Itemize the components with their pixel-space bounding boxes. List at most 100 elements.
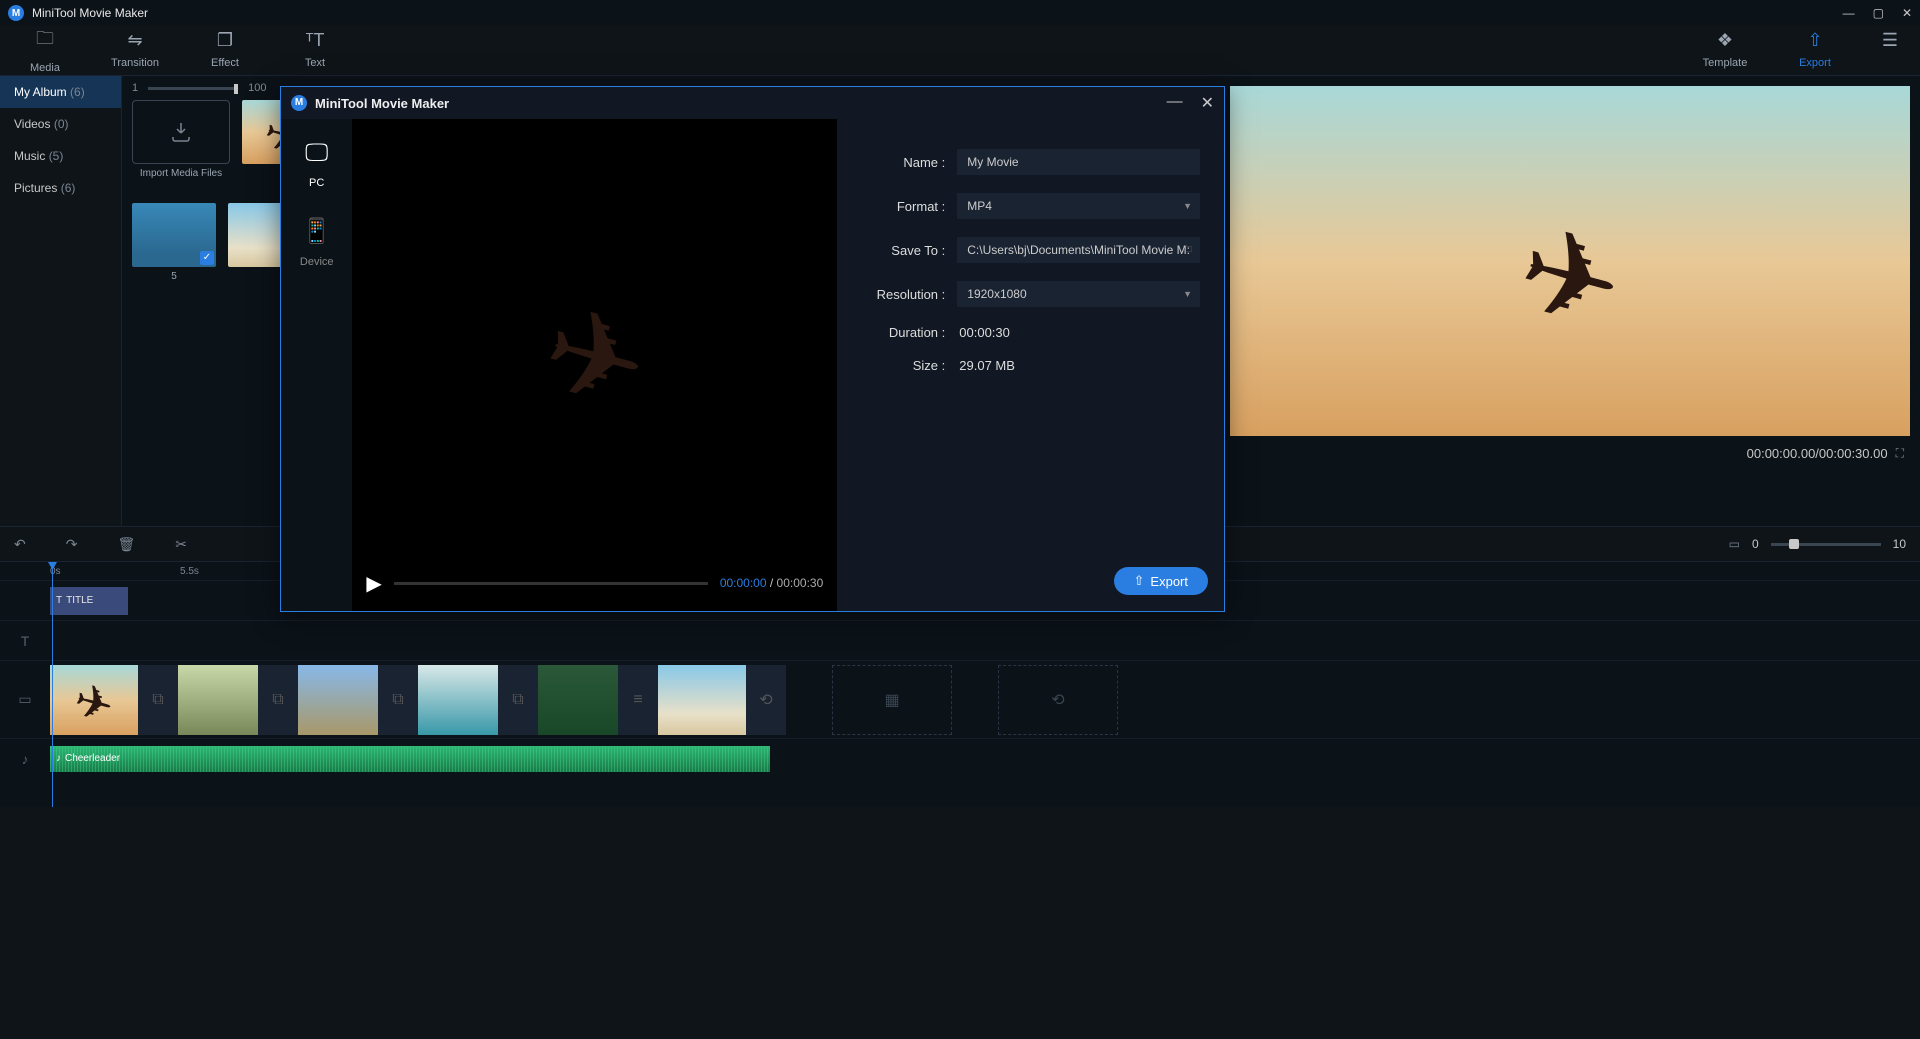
split-button[interactable]: ✂	[175, 536, 187, 553]
tab-label: PC	[309, 177, 324, 189]
playhead[interactable]	[52, 562, 53, 807]
dialog-preview-canvas	[352, 119, 837, 555]
dialog-preview: ▶ 00:00:00 / 00:00:30	[352, 119, 837, 611]
tab-label: Device	[300, 256, 334, 268]
sidebar-item-pictures[interactable]: Pictures (6)	[0, 172, 121, 204]
delete-button[interactable]: 🗑	[117, 536, 135, 553]
video-clip[interactable]	[50, 665, 138, 735]
layers-icon: ❖	[1680, 30, 1770, 51]
text-track: T	[0, 620, 1920, 660]
media-label: Media	[30, 62, 60, 74]
close-icon[interactable]: ✕	[1201, 93, 1214, 113]
menu-button[interactable]: ☰	[1860, 30, 1920, 71]
sidebar-item-music[interactable]: Music (5)	[0, 140, 121, 172]
minimize-icon[interactable]: —	[1167, 93, 1183, 113]
saveto-label: Save To :	[861, 243, 957, 258]
titlebar: M MiniTool Movie Maker — ▢ ✕	[0, 0, 1920, 26]
video-clip[interactable]	[298, 665, 378, 735]
size-label: Size :	[861, 358, 957, 373]
close-icon[interactable]: ✕	[1902, 6, 1912, 20]
transition-clip[interactable]: ⧉	[498, 665, 538, 735]
timeline-zoom-slider[interactable]	[1771, 543, 1881, 546]
video-clip[interactable]	[658, 665, 746, 735]
name-input[interactable]: My Movie	[957, 149, 1200, 175]
title-clip[interactable]: T TITLE	[50, 587, 128, 615]
download-icon	[169, 120, 193, 144]
video-clip[interactable]	[178, 665, 258, 735]
media-tab[interactable]: 🗀 Media	[0, 26, 90, 76]
sidebar-item-count: (5)	[49, 149, 64, 163]
dialog-title: MiniTool Movie Maker	[315, 96, 449, 111]
thumbnail-zoom-slider[interactable]	[148, 87, 238, 90]
drop-slot[interactable]: ⟲	[998, 665, 1118, 735]
app-logo: M	[291, 95, 307, 111]
video-track-icon: ▭	[0, 691, 50, 708]
tab-pc[interactable]: 🖵 PC	[305, 139, 328, 191]
saveto-input[interactable]: C:\Users\bj\Documents\MiniTool Movie M:🗀	[957, 237, 1200, 263]
folder-icon[interactable]: 🗀	[1183, 242, 1192, 258]
seek-bar[interactable]	[394, 582, 708, 585]
format-label: Format :	[861, 199, 957, 214]
fit-icon[interactable]: ▭	[1729, 537, 1740, 551]
export-icon: ⇧	[1770, 30, 1860, 51]
effect-icon: ❐	[180, 30, 270, 51]
video-clip[interactable]	[418, 665, 498, 735]
import-media-button[interactable]	[132, 100, 230, 164]
sidebar-item-videos[interactable]: Videos (0)	[0, 108, 121, 140]
preview-canvas	[1230, 86, 1910, 436]
effect-tab[interactable]: ❐ Effect	[180, 30, 270, 71]
duration-label: Duration :	[861, 325, 957, 340]
upload-icon: ⇧	[1134, 573, 1145, 589]
dialog-titlebar: M MiniTool Movie Maker — ✕	[281, 87, 1224, 119]
video-clip[interactable]	[538, 665, 618, 735]
tl-zoom-min: 0	[1752, 537, 1759, 551]
resolution-select[interactable]: 1920x1080▼	[957, 281, 1200, 307]
folder-icon: 🗀	[0, 26, 90, 56]
sidebar-item-count: (6)	[70, 85, 85, 99]
text-label: Text	[305, 57, 325, 69]
duration-value: 00:00:30	[957, 325, 1010, 340]
transition-clip[interactable]: ⧉	[378, 665, 418, 735]
monitor-icon: 🖵	[305, 139, 328, 167]
audio-clip[interactable]: ♪ Cheerleader	[50, 746, 770, 772]
sidebar-item-count: (6)	[61, 181, 76, 195]
phone-icon: 📱	[300, 217, 334, 246]
export-label: Export	[1799, 57, 1831, 69]
undo-button[interactable]: ↶	[14, 536, 26, 553]
preview-pane: 00:00:00.00/00:00:30.00 ⛶	[1220, 76, 1920, 526]
transition-tab[interactable]: ⇋ Transition	[90, 30, 180, 71]
format-select[interactable]: MP4▼	[957, 193, 1200, 219]
resolution-label: Resolution :	[861, 287, 957, 302]
template-tab[interactable]: ❖ Template	[1680, 30, 1770, 71]
effect-label: Effect	[211, 57, 239, 69]
transition-clip[interactable]: ⟲	[746, 665, 786, 735]
check-icon: ✓	[200, 251, 214, 265]
sidebar-item-label: Videos	[14, 117, 50, 131]
zoom-min: 1	[132, 82, 138, 94]
fullscreen-icon[interactable]: ⛶	[1896, 446, 1904, 461]
text-track-icon: T	[0, 633, 50, 649]
transition-clip[interactable]: ⧉	[138, 665, 178, 735]
preview-timecode: 00:00:00.00/00:00:30.00	[1747, 446, 1888, 461]
export-dialog: M MiniTool Movie Maker — ✕ 🖵 PC 📱 Device…	[280, 86, 1225, 612]
tab-device[interactable]: 📱 Device	[300, 217, 334, 270]
export-tab[interactable]: ⇧ Export	[1770, 30, 1860, 71]
play-button[interactable]: ▶	[366, 571, 381, 596]
transition-clip[interactable]: ⧉	[258, 665, 298, 735]
sidebar-item-my-album[interactable]: My Album (6)	[0, 76, 121, 108]
sidebar-item-label: Pictures	[14, 181, 57, 195]
thumb-caption: 5	[132, 271, 216, 282]
app-logo: M	[8, 5, 24, 21]
minimize-icon[interactable]: —	[1843, 6, 1855, 20]
title-clip-label: TITLE	[66, 595, 93, 606]
text-icon: T	[56, 595, 62, 606]
text-tab[interactable]: ᵀT Text	[270, 30, 360, 71]
redo-button[interactable]: ↷	[66, 536, 78, 553]
export-button[interactable]: ⇧ Export	[1114, 567, 1208, 595]
transition-clip[interactable]: ≡	[618, 665, 658, 735]
sidebar-item-label: My Album	[14, 85, 67, 99]
media-thumb[interactable]: ✓	[132, 203, 216, 267]
maximize-icon[interactable]: ▢	[1873, 6, 1884, 20]
drop-slot[interactable]: ▦	[832, 665, 952, 735]
import-label: Import Media Files	[132, 168, 230, 179]
